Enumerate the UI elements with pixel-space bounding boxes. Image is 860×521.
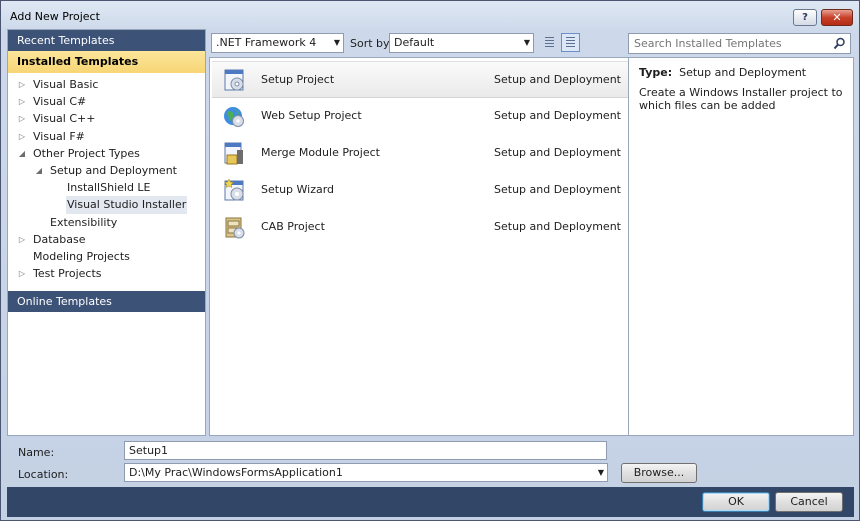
tree-item[interactable]: ▷ Test Projects: [8, 265, 205, 282]
search-box[interactable]: [628, 33, 851, 54]
tree-item[interactable]: ▷ Visual Basic: [8, 76, 205, 93]
small-icons-view-button[interactable]: [540, 33, 559, 52]
tree-item-label: Visual C++: [33, 112, 96, 126]
tree-item[interactable]: ▷ Visual F#: [8, 128, 205, 145]
framework-select-value: .NET Framework 4: [216, 36, 317, 49]
collapse-arrow-icon[interactable]: ◢: [34, 162, 44, 179]
type-line: Type: Setup and Deployment: [639, 66, 806, 79]
online-templates-header[interactable]: Online Templates: [8, 291, 205, 312]
tree-item[interactable]: ▷ Database: [8, 231, 205, 248]
project-template-item[interactable]: Setup Wizard Setup and Deployment: [212, 172, 628, 209]
chevron-down-icon: ▼: [597, 468, 604, 477]
template-details-panel: Type: Setup and Deployment Create a Wind…: [628, 57, 854, 436]
tree-item-label: Modeling Projects: [33, 249, 130, 263]
chevron-down-icon: ▼: [333, 38, 340, 47]
project-template-item[interactable]: Merge Module Project Setup and Deployment: [212, 135, 628, 172]
tree-item[interactable]: Extensibility: [8, 214, 205, 231]
setup-project-icon: [224, 69, 244, 91]
tree-item[interactable]: InstallShield LE: [8, 179, 205, 196]
project-template-item[interactable]: Setup Project Setup and Deployment: [212, 61, 628, 98]
cancel-button[interactable]: Cancel: [775, 492, 843, 512]
sort-by-select[interactable]: Default ▼: [389, 33, 534, 53]
tree-item-label: Extensibility: [50, 215, 118, 229]
tree-item-label: Setup and Deployment: [50, 163, 177, 177]
template-categories-panel: Recent Templates Installed Templates ▷ Vi…: [7, 29, 206, 436]
tree-item[interactable]: ◢ Other Project Types: [8, 145, 205, 162]
sort-by-select-value: Default: [394, 36, 435, 49]
template-description: Create a Windows Installer project to wh…: [639, 86, 843, 112]
tree-item-label: Visual C#: [33, 95, 87, 109]
location-select[interactable]: D:\My Prac\WindowsFormsApplication1 ▼: [124, 463, 608, 482]
tree-item-label: Other Project Types: [33, 146, 140, 160]
close-button[interactable]: ✕: [821, 9, 853, 26]
expand-arrow-icon[interactable]: ▷: [17, 265, 27, 282]
project-template-item[interactable]: Web Setup Project Setup and Deployment: [212, 98, 628, 135]
project-template-category: Setup and Deployment: [494, 73, 621, 86]
project-template-category: Setup and Deployment: [494, 146, 621, 159]
search-icon[interactable]: [833, 37, 846, 50]
search-input[interactable]: [629, 34, 819, 53]
tree-item-label: InstallShield LE: [67, 181, 151, 195]
project-template-category: Setup and Deployment: [494, 220, 621, 233]
recent-templates-header[interactable]: Recent Templates: [8, 30, 205, 51]
title-bar: Add New Project ? ✕: [1, 1, 859, 29]
location-label: Location:: [18, 468, 69, 481]
list-view-button[interactable]: [561, 33, 580, 52]
tree-item-label: Test Projects: [33, 267, 102, 281]
project-template-item[interactable]: CAB Project Setup and Deployment: [212, 209, 628, 246]
list-view-icon: [566, 37, 575, 48]
tree-item-label: Visual Studio Installer: [66, 196, 188, 214]
expand-arrow-icon[interactable]: ▷: [17, 231, 27, 248]
tree-item-label: Visual F#: [33, 129, 85, 143]
help-button[interactable]: ?: [793, 9, 817, 26]
template-toolbar: .NET Framework 4 ▼ Sort by: Default ▼: [211, 33, 623, 54]
web-setup-icon: [224, 107, 244, 127]
sort-by-label: Sort by:: [350, 37, 393, 50]
collapse-arrow-icon[interactable]: ◢: [17, 145, 27, 162]
project-template-name: Merge Module Project: [261, 146, 380, 159]
tree-item[interactable]: Visual Studio Installer: [8, 196, 205, 214]
ok-button[interactable]: OK: [702, 492, 770, 512]
tree-item[interactable]: ◢ Setup and Deployment: [8, 162, 205, 179]
project-template-name: Setup Wizard: [261, 183, 335, 196]
small-icons-view-icon: [545, 37, 554, 48]
window-title: Add New Project: [10, 10, 100, 23]
tree-item[interactable]: Modeling Projects: [8, 248, 205, 265]
cab-project-icon: [225, 217, 245, 239]
project-template-category: Setup and Deployment: [494, 183, 621, 196]
tree-item-label: Database: [33, 232, 86, 246]
expand-arrow-icon[interactable]: ▷: [17, 128, 27, 145]
project-template-name: Setup Project: [261, 73, 335, 86]
tree-item[interactable]: ▷ Visual C#: [8, 93, 205, 110]
project-template-list: Setup Project Setup and Deployment Web Set…: [209, 57, 628, 436]
expand-arrow-icon[interactable]: ▷: [17, 93, 27, 110]
template-tree: ▷ Visual Basic ▷ Visual C# ▷ Visual C++ ▷ Visua…: [8, 73, 205, 282]
tree-item[interactable]: ▷ Visual C++: [8, 110, 205, 127]
project-template-category: Setup and Deployment: [494, 109, 621, 122]
setup-wizard-icon: [223, 178, 244, 201]
type-label: Type:: [639, 66, 673, 79]
installed-templates-header[interactable]: Installed Templates: [8, 51, 205, 73]
location-value: D:\My Prac\WindowsFormsApplication1: [129, 466, 343, 479]
chevron-down-icon: ▼: [523, 38, 530, 47]
expand-arrow-icon[interactable]: ▷: [17, 76, 27, 93]
add-new-project-dialog: Add New Project ? ✕ Recent Templates Ins…: [0, 0, 860, 521]
framework-select[interactable]: .NET Framework 4 ▼: [211, 33, 344, 53]
merge-module-icon: [224, 142, 243, 165]
project-template-name: Web Setup Project: [261, 109, 362, 122]
expand-arrow-icon[interactable]: ▷: [17, 110, 27, 127]
tree-item-label: Visual Basic: [33, 78, 99, 91]
name-input[interactable]: Setup1: [124, 441, 607, 460]
browse-button[interactable]: Browse...: [621, 463, 697, 483]
project-template-name: CAB Project: [261, 220, 325, 233]
name-label: Name:: [18, 446, 55, 459]
type-value: Setup and Deployment: [679, 66, 807, 79]
